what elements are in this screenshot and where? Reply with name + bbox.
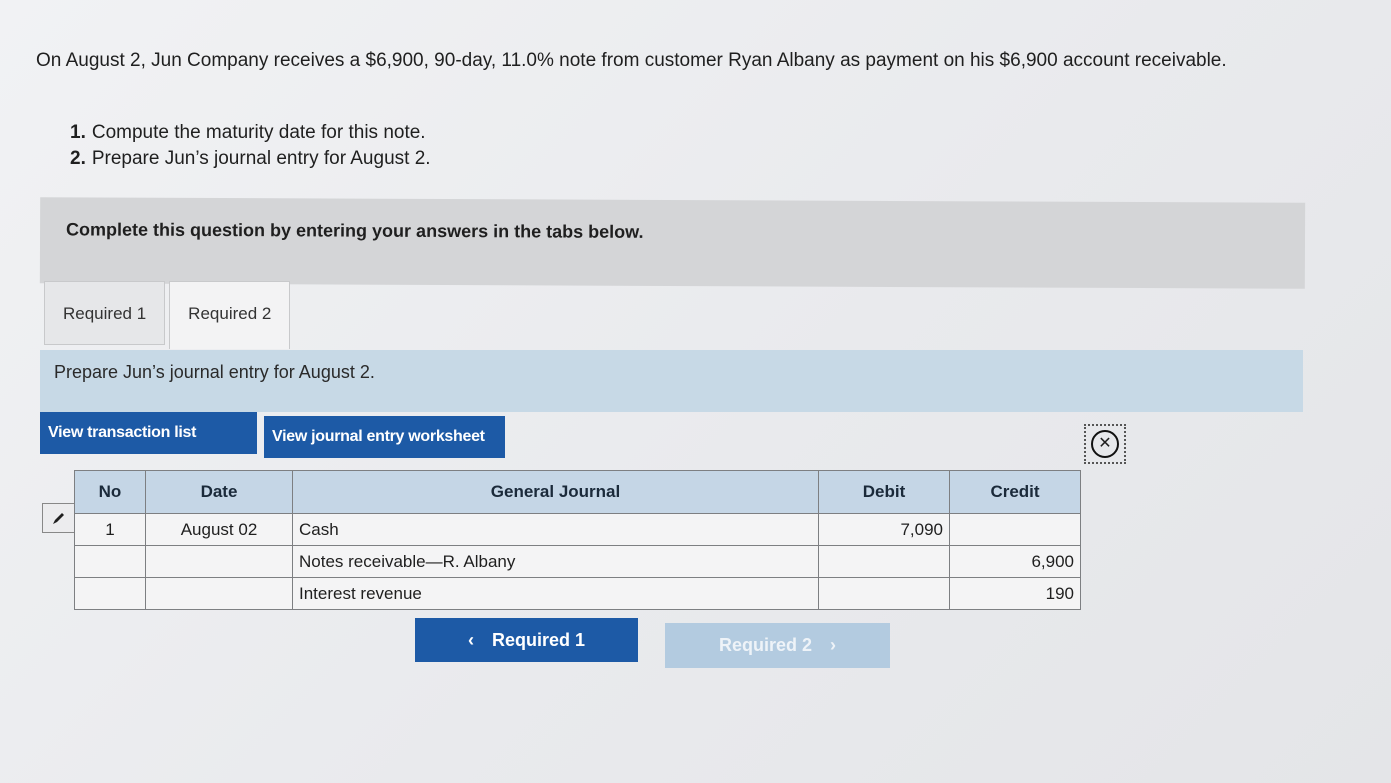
- step-number: 2.: [70, 148, 86, 169]
- cell-date: [145, 545, 293, 578]
- edit-row-button[interactable]: [42, 503, 76, 533]
- table-row: 1 August 02 Cash 7,090: [74, 513, 1081, 546]
- step-text: Compute the maturity date for this note.: [91, 122, 426, 143]
- cell-debit: [818, 545, 950, 578]
- table-header-row: No Date General Journal Debit Credit: [74, 470, 1081, 514]
- pencil-icon: [53, 513, 64, 524]
- column-header-credit: Credit: [949, 470, 1081, 514]
- step-text: Prepare Jun’s journal entry for August 2…: [91, 148, 431, 169]
- tab-prompt: Prepare Jun’s journal entry for August 2…: [40, 350, 1303, 412]
- cell-debit: [818, 577, 950, 610]
- cell-no: 1: [74, 513, 146, 546]
- tab-required-2[interactable]: Required 2: [169, 281, 291, 349]
- tab-required-1[interactable]: Required 1: [44, 281, 166, 345]
- problem-statement: On August 2, Jun Company receives a $6,9…: [36, 50, 1227, 71]
- cell-credit: [949, 513, 1081, 546]
- step-item: 2. Prepare Jun’s journal entry for Augus…: [70, 146, 431, 172]
- column-header-no: No: [74, 470, 146, 514]
- problem-steps: 1. Compute the maturity date for this no…: [70, 120, 431, 172]
- cell-account: Interest revenue: [292, 577, 819, 610]
- chevron-left-icon: ‹: [467, 629, 474, 650]
- tab-bar: Required 1 Required 2: [44, 281, 291, 349]
- cell-credit: 6,900: [949, 545, 1081, 578]
- previous-required-1-button[interactable]: ‹ Required 1: [415, 618, 638, 662]
- cell-account: Notes receivable—R. Albany: [292, 545, 819, 578]
- cell-date: August 02: [145, 513, 293, 546]
- column-header-date: Date: [145, 470, 293, 514]
- view-journal-entry-worksheet-button[interactable]: View journal entry worksheet: [264, 416, 505, 458]
- column-header-debit: Debit: [818, 470, 950, 514]
- cell-no: [74, 577, 146, 610]
- cell-account: Cash: [292, 513, 819, 546]
- previous-button-label: Required 1: [491, 629, 586, 650]
- cell-credit: 190: [949, 577, 1081, 610]
- next-button-label: Required 2: [718, 635, 813, 655]
- step-number: 1.: [70, 122, 86, 143]
- step-item: 1. Compute the maturity date for this no…: [70, 120, 431, 146]
- table-row: Notes receivable—R. Albany 6,900: [74, 545, 1081, 578]
- next-required-2-button: Required 2 ›: [665, 623, 890, 668]
- instructions-banner: Complete this question by entering your …: [39, 197, 1306, 289]
- cell-date: [145, 577, 293, 610]
- chevron-right-icon: ›: [830, 635, 837, 655]
- cell-no: [74, 545, 146, 578]
- column-header-general-journal: General Journal: [292, 470, 819, 514]
- general-journal-table: No Date General Journal Debit Credit 1 A…: [74, 470, 1081, 610]
- close-circle-icon[interactable]: ✕: [1084, 424, 1126, 464]
- cell-debit: 7,090: [818, 513, 950, 546]
- table-row: Interest revenue 190: [74, 577, 1081, 610]
- view-transaction-list-button[interactable]: View transaction list: [40, 412, 257, 454]
